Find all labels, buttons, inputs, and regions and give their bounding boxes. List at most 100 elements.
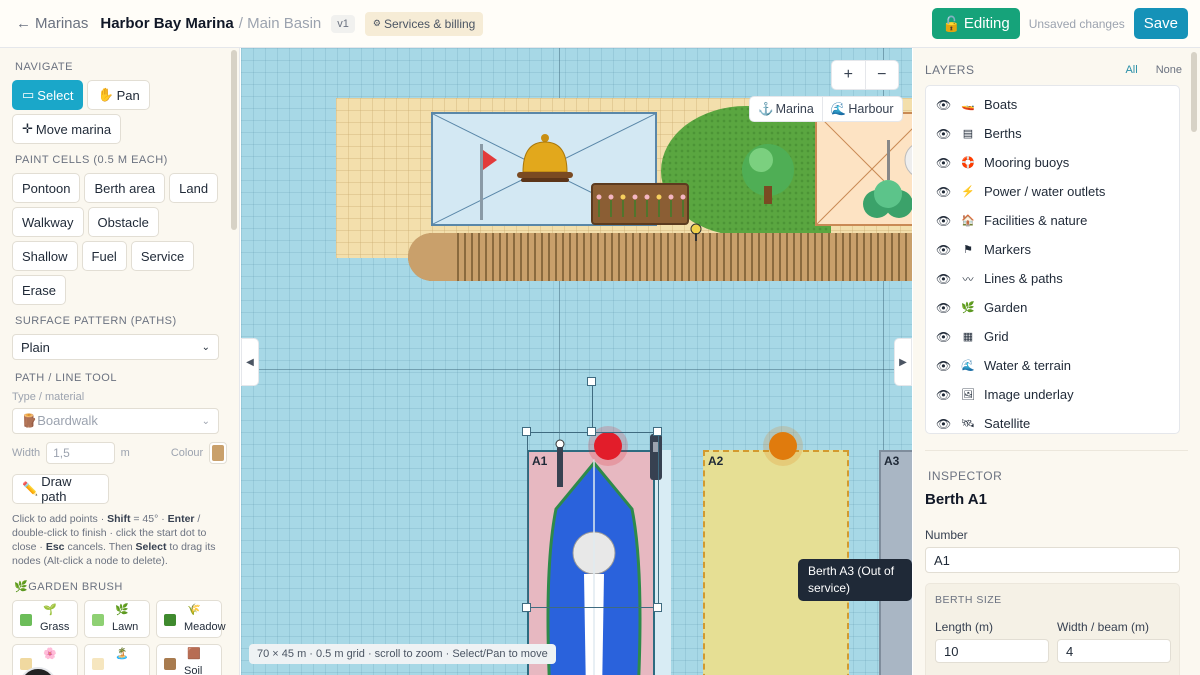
resize-handle[interactable] bbox=[653, 603, 662, 612]
eye-icon[interactable]: 👁 bbox=[936, 214, 952, 228]
resize-handle[interactable] bbox=[522, 603, 531, 612]
marker-pin-icon[interactable] bbox=[689, 222, 703, 242]
brush-icon: 🌿 bbox=[115, 604, 129, 616]
inspector-title: Berth A1 bbox=[925, 491, 987, 508]
eye-icon[interactable]: 👁 bbox=[936, 243, 952, 257]
zoom-in-button[interactable]: + bbox=[832, 61, 865, 89]
eye-icon[interactable]: 👁 bbox=[936, 127, 952, 141]
width-column: Width / beam (m) 4 bbox=[1057, 620, 1171, 663]
map-harbour-button[interactable]: 🌊 Harbour bbox=[821, 97, 902, 121]
eye-icon[interactable]: 👁 bbox=[936, 359, 952, 373]
eye-icon[interactable]: 👁 bbox=[936, 417, 952, 431]
boardwalk-path[interactable] bbox=[408, 233, 912, 281]
flower-bench[interactable] bbox=[591, 183, 689, 225]
save-button[interactable]: Save bbox=[1133, 8, 1188, 39]
layer-label: Lines & paths bbox=[984, 271, 1063, 286]
eye-icon[interactable]: 👁 bbox=[936, 156, 952, 170]
mooring-buoy-orange[interactable] bbox=[769, 432, 797, 460]
garden-brush-meadow[interactable]: 🌾 Meadow bbox=[156, 600, 226, 638]
tool-panel-scrollbar[interactable] bbox=[231, 50, 237, 230]
layers-all-button[interactable]: All bbox=[1125, 64, 1137, 76]
beam-input[interactable]: 4 bbox=[1057, 639, 1171, 663]
brush-icon: 🌱 bbox=[43, 604, 57, 616]
eye-icon[interactable]: 👁 bbox=[936, 330, 952, 344]
garden-brush-item-4[interactable]: 🏝️ bbox=[84, 644, 150, 675]
map-canvas[interactable]: + − ⚓ Marina 🌊 Harbour ◀ ▶ A1 A2 A3 Berth A… bbox=[241, 48, 912, 675]
tool-pan-button[interactable]: ✋ Pan bbox=[87, 80, 150, 110]
garden-brush-grass[interactable]: 🌱 Grass bbox=[12, 600, 78, 638]
editing-toggle-button[interactable]: 🔓 Editing bbox=[932, 8, 1020, 39]
path-type-select[interactable]: 🪵Boardwalk ⌄ bbox=[12, 408, 219, 434]
berth-size-heading: BERTH SIZE bbox=[935, 594, 1002, 606]
layer-icon: 🛟 bbox=[961, 157, 975, 169]
surface-pattern-select[interactable]: Plain ⌄ bbox=[12, 334, 219, 360]
panel-divider bbox=[925, 450, 1188, 451]
width-unit: m bbox=[120, 447, 130, 459]
eye-icon[interactable]: 👁 bbox=[936, 301, 952, 315]
help-segment: = 45° · bbox=[130, 513, 168, 525]
layers-none-button[interactable]: None bbox=[1156, 64, 1182, 76]
rotate-handle[interactable] bbox=[587, 377, 596, 386]
map-marina-button[interactable]: ⚓ Marina bbox=[750, 97, 822, 121]
layer-item[interactable]: 👁 ⚑ Markers bbox=[926, 235, 1179, 264]
layer-item[interactable]: 👁 🌊 Water & terrain bbox=[926, 351, 1179, 380]
layer-item[interactable]: 👁 ⚡ Power / water outlets bbox=[926, 177, 1179, 206]
paint-pontoon-button[interactable]: Pontoon bbox=[12, 173, 81, 203]
path-tool-heading: PATH / LINE TOOL bbox=[15, 372, 117, 384]
layer-item[interactable]: 👁 🖼 Image underlay bbox=[926, 380, 1179, 409]
layer-item[interactable]: 👁 🏠 Facilities & nature bbox=[926, 206, 1179, 235]
length-input[interactable]: 10 bbox=[935, 639, 1049, 663]
chevron-down-icon: ⌄ bbox=[201, 415, 210, 427]
layer-item[interactable]: 👁 ▦ Grid bbox=[926, 322, 1179, 351]
back-link[interactable]: ← Marinas bbox=[16, 15, 88, 32]
layer-item[interactable]: 👁 ▤ Berths bbox=[926, 119, 1179, 148]
layer-item[interactable]: 👁 🛰 Satellite bbox=[926, 409, 1179, 438]
basin-subtitle: / Main Basin bbox=[238, 15, 322, 32]
eye-icon[interactable]: 👁 bbox=[936, 98, 952, 112]
layer-item[interactable]: 👁 🚤 Boats bbox=[926, 90, 1179, 119]
draw-path-button[interactable]: ✏️ Draw path bbox=[12, 474, 109, 504]
resize-handle[interactable] bbox=[587, 427, 596, 436]
layer-item[interactable]: 👁 〰 Lines & paths bbox=[926, 264, 1179, 293]
zoom-out-button[interactable]: − bbox=[864, 61, 899, 89]
help-segment: Click to add points · bbox=[12, 513, 108, 525]
layer-label: Mooring buoys bbox=[984, 155, 1070, 170]
layer-icon: ▦ bbox=[962, 331, 974, 343]
paint-erase-button[interactable]: Erase bbox=[12, 275, 66, 305]
colour-picker[interactable] bbox=[209, 442, 227, 464]
right-panel-scrollbar[interactable] bbox=[1191, 52, 1197, 132]
berth-number-input[interactable]: A1 bbox=[925, 547, 1180, 573]
tool-move-marina-button[interactable]: ✛ Move marina bbox=[12, 114, 122, 144]
paint-walkway-button[interactable]: Walkway bbox=[12, 207, 84, 237]
tool-icon: ▭ bbox=[22, 87, 35, 102]
resize-handle[interactable] bbox=[653, 427, 662, 436]
eye-icon[interactable]: 👁 bbox=[936, 185, 952, 199]
width-input[interactable]: 1,5 bbox=[46, 442, 115, 464]
width-colour-row: Width 1,5 m Colour bbox=[12, 442, 227, 464]
bell-icon bbox=[517, 134, 573, 182]
eye-icon[interactable]: 👁 bbox=[936, 272, 952, 286]
paint-land-button[interactable]: Land bbox=[169, 173, 219, 203]
paint-fuel-button[interactable]: Fuel bbox=[81, 241, 127, 271]
help-segment: Select bbox=[135, 541, 167, 553]
paint-berth-area-button[interactable]: Berth area bbox=[84, 173, 166, 203]
map-button-icon: ⚓ bbox=[758, 101, 774, 116]
chevron-down-icon: ⌄ bbox=[201, 341, 210, 353]
top-bar: ← Marinas Harbor Bay Marina / Main Basin… bbox=[0, 0, 1200, 48]
layer-item[interactable]: 👁 🌿 Garden bbox=[926, 293, 1179, 322]
chevron-right-icon: ▶ bbox=[899, 356, 907, 368]
paint-shallow-button[interactable]: Shallow bbox=[12, 241, 78, 271]
paint-service-button[interactable]: Service bbox=[130, 241, 195, 271]
services-billing-button[interactable]: ⚙ Services & billing bbox=[364, 11, 484, 36]
collapse-right-button[interactable]: ▶ bbox=[894, 338, 912, 386]
garden-brush-soil[interactable]: 🟫 Soil bbox=[156, 644, 222, 675]
layer-item[interactable]: 👁 🛟 Mooring buoys bbox=[926, 148, 1179, 177]
tool-select-button[interactable]: ▭ Select bbox=[12, 80, 84, 110]
resize-handle[interactable] bbox=[522, 427, 531, 436]
eye-icon[interactable]: 👁 bbox=[936, 388, 952, 402]
garden-brush-lawn[interactable]: 🌿 Lawn bbox=[84, 600, 150, 638]
layers-header: LAYERS All None bbox=[925, 63, 1188, 77]
paint-obstacle-button[interactable]: Obstacle bbox=[87, 207, 159, 237]
map-view-toggle: ⚓ Marina 🌊 Harbour bbox=[749, 96, 903, 122]
collapse-left-button[interactable]: ◀ bbox=[241, 338, 259, 386]
